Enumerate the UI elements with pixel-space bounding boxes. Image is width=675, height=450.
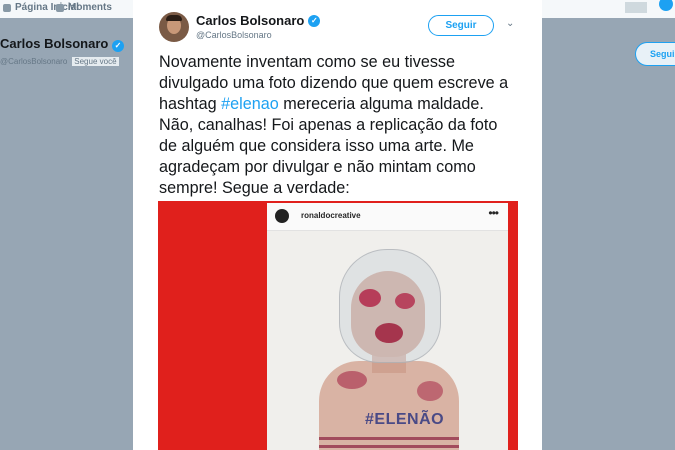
- rope-line: [319, 437, 459, 440]
- background-follow-button[interactable]: Seguir: [635, 42, 675, 66]
- author-name[interactable]: Carlos Bolsonaro ✓: [196, 13, 321, 28]
- red-paint-mark: [375, 323, 403, 343]
- tweet-text: Novamente inventam como se eu tivesse di…: [159, 52, 519, 199]
- background-profile-name: Carlos Bolsonaro ✓: [0, 36, 124, 52]
- follow-button[interactable]: Seguir: [428, 15, 494, 36]
- verified-icon: ✓: [111, 40, 124, 52]
- rope-line: [319, 445, 459, 448]
- tweet-card: Carlos Bolsonaro ✓ @CarlosBolsonaro Segu…: [133, 0, 542, 450]
- author-avatar[interactable]: [159, 12, 189, 42]
- background-profile-handle: @CarlosBolsonaro Segue você: [0, 57, 119, 66]
- background-handle-text: @CarlosBolsonaro: [0, 57, 68, 66]
- red-paint-mark: [395, 293, 415, 309]
- nav-moments-label: Moments: [68, 2, 112, 13]
- lightning-icon: [56, 3, 64, 12]
- chest-lettering: #ELENÃO: [365, 411, 445, 428]
- background-profile-name-text: Carlos Bolsonaro: [0, 36, 109, 51]
- search-box[interactable]: [625, 2, 647, 13]
- chevron-down-icon[interactable]: ⌄: [506, 18, 514, 29]
- instagram-username: ronaldocreative: [301, 211, 361, 220]
- plastic-bag-shape: [339, 249, 441, 363]
- more-options-icon: •••: [488, 206, 499, 220]
- verified-icon: ✓: [308, 14, 321, 27]
- home-icon: [3, 3, 11, 12]
- tweet-media-image[interactable]: ronaldocreative ••• #ELENÃO: [158, 201, 518, 450]
- author-name-text: Carlos Bolsonaro: [196, 13, 305, 28]
- instagram-post-screenshot: ronaldocreative ••• #ELENÃO: [267, 203, 508, 450]
- red-paint-mark: [337, 371, 367, 389]
- red-paint-mark: [417, 381, 443, 401]
- follows-you-badge: Segue você: [72, 57, 119, 66]
- avatar-hair: [166, 15, 182, 21]
- red-paint-mark: [359, 289, 381, 307]
- artwork-photo: #ELENÃO: [267, 231, 508, 450]
- author-handle[interactable]: @CarlosBolsonaro: [196, 30, 272, 40]
- hashtag-link[interactable]: #elenao: [221, 95, 279, 113]
- instagram-avatar: [275, 209, 289, 223]
- instagram-header: ronaldocreative •••: [267, 203, 508, 231]
- nav-moments[interactable]: Moments: [56, 2, 112, 13]
